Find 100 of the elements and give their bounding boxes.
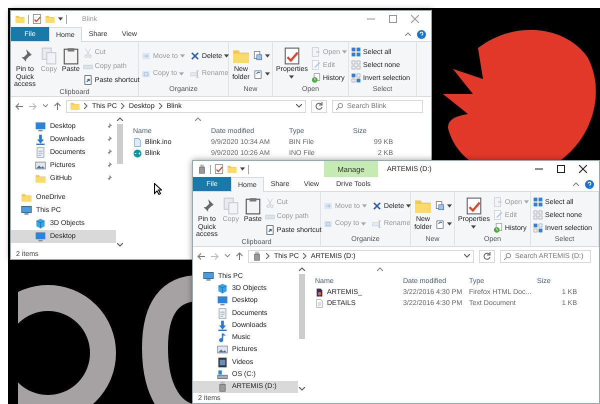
new-item-icon [253, 51, 263, 62]
folder-icon [35, 173, 46, 184]
chevron-icon [266, 253, 270, 259]
chevron-icon [84, 103, 88, 109]
document-icon [217, 308, 228, 319]
select-none-icon [351, 60, 361, 70]
up-arrow-icon[interactable] [54, 102, 61, 110]
picture-icon [35, 160, 46, 171]
usb-drive-icon [197, 164, 207, 174]
edit-icon [310, 60, 321, 70]
scroll-down-icon[interactable] [298, 387, 304, 391]
text-file-icon [315, 299, 324, 308]
caret-icon [265, 54, 270, 58]
copy-to-icon [323, 218, 333, 229]
select-all-icon [533, 197, 543, 207]
move-icon [141, 51, 151, 62]
clipboard-icon [62, 47, 80, 65]
move-icon [323, 201, 333, 212]
help-icon[interactable] [417, 30, 426, 38]
properties-icon [214, 164, 224, 174]
caret-icon [180, 54, 185, 58]
easy-access-icon [435, 218, 445, 229]
recent-locations-icon[interactable] [43, 104, 48, 108]
folder-icon [15, 14, 25, 24]
properties-icon [282, 47, 301, 65]
usb-drive-icon [252, 251, 262, 261]
invert-selection-icon [533, 223, 543, 233]
film-icon [217, 356, 228, 368]
history-icon [492, 223, 503, 233]
up-arrow-icon[interactable] [236, 252, 243, 260]
folder-icon [70, 101, 80, 111]
search-icon [336, 102, 343, 110]
caret-icon [447, 222, 452, 226]
caret-icon [179, 72, 184, 76]
music-note-icon [217, 332, 228, 344]
collapse-ribbon-icon[interactable] [405, 32, 411, 36]
download-arrow-icon [35, 134, 46, 145]
shortcut-icon [82, 75, 93, 86]
arduino-icon [133, 149, 142, 158]
computer-icon [203, 270, 214, 282]
shortcut-icon [264, 225, 275, 236]
file-icon [133, 138, 142, 147]
refresh-button[interactable] [311, 100, 327, 112]
maximize-button[interactable] [557, 165, 565, 173]
back-arrow-icon[interactable] [15, 102, 23, 110]
copy-to-icon [141, 68, 151, 79]
recent-locations-icon[interactable] [225, 254, 230, 258]
delete-icon [190, 51, 200, 62]
pages-icon [222, 197, 240, 215]
properties-icon [464, 197, 483, 215]
ribbon-button[interactable] [435, 218, 452, 229]
mouse-cursor-icon [154, 183, 162, 195]
open-icon [310, 47, 321, 57]
history-icon [310, 73, 321, 83]
sort-caret-icon [195, 117, 201, 121]
scrollbar-thumb[interactable] [298, 274, 304, 339]
scroll-down-icon[interactable] [116, 243, 122, 247]
close-button[interactable] [579, 165, 587, 173]
pages-icon [40, 47, 58, 65]
caret-icon [224, 54, 230, 58]
folder-icon [227, 164, 237, 174]
invert-selection-icon [351, 73, 361, 83]
refresh-button[interactable] [479, 250, 495, 262]
download-arrow-icon [217, 320, 228, 331]
caret-icon [447, 204, 452, 208]
ribbon-button[interactable] [253, 51, 270, 62]
open-icon [492, 197, 503, 207]
rename-icon [372, 218, 382, 229]
select-none-icon [533, 210, 543, 220]
caret-icon [524, 200, 530, 204]
refresh-icon [315, 102, 323, 110]
document-icon [35, 147, 46, 158]
chevron-icon [120, 103, 125, 109]
scissors-icon [264, 198, 275, 208]
caret-icon [240, 167, 245, 171]
caret-icon [58, 17, 63, 21]
caret-icon [342, 50, 348, 54]
new-item-icon [435, 201, 445, 212]
ribbon-button[interactable] [253, 68, 270, 79]
dropdown-icon[interactable] [296, 104, 302, 108]
scissors-icon [82, 48, 93, 58]
delete-icon [372, 201, 382, 212]
picture-icon [217, 344, 228, 356]
chevron-icon [158, 103, 163, 109]
help-icon[interactable] [585, 180, 594, 188]
caret-icon [362, 204, 367, 208]
usb-drive-icon [217, 381, 228, 392]
computer-icon [21, 205, 32, 216]
select-all-icon [351, 47, 361, 57]
dropdown-icon[interactable] [464, 254, 470, 258]
clipboard-icon [244, 197, 262, 215]
scroll-up-icon[interactable] [298, 267, 304, 271]
back-arrow-icon[interactable] [197, 252, 205, 260]
cube-icon [35, 218, 46, 229]
ribbon-button[interactable] [435, 201, 452, 212]
collapse-ribbon-icon[interactable] [573, 182, 579, 186]
caret-icon [289, 74, 294, 79]
scrollbar-thumb[interactable] [116, 124, 122, 164]
sort-caret-icon [377, 267, 383, 271]
scroll-up-icon[interactable] [116, 117, 122, 121]
